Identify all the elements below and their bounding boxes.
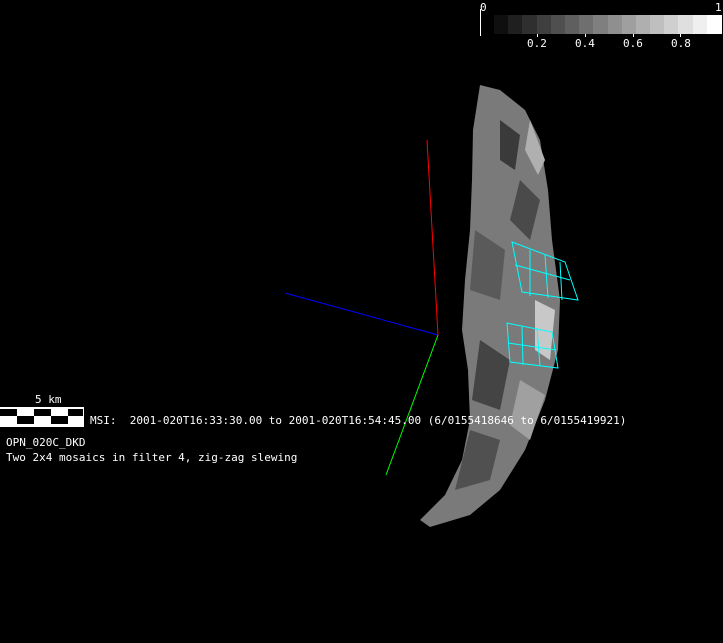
colorbar-step <box>706 15 722 34</box>
colorbar-tick-label: 0.2 <box>527 37 547 50</box>
colorbar-max-label: 1 <box>715 1 722 14</box>
scale-bar-label: 5 km <box>35 393 62 406</box>
y-axis-line <box>385 334 439 476</box>
x-axis-line <box>426 139 439 336</box>
colorbar-step <box>494 15 509 34</box>
colorbar-step <box>522 15 538 34</box>
colorbar-step <box>508 15 524 34</box>
colorbar-step <box>635 15 651 34</box>
colorbar-step <box>678 15 694 34</box>
instrument-time-range: MSI: 2001-020T16:33:30.00 to 2001-020T16… <box>90 414 627 427</box>
z-axis-line <box>284 292 439 336</box>
colorbar-zero-tick <box>480 9 481 36</box>
colorbar-tick-label: 0.8 <box>671 37 691 50</box>
colorbar-step <box>564 15 580 34</box>
scale-bar-checker <box>0 407 84 427</box>
colorbar-tick-label: 0.4 <box>575 37 595 50</box>
colorbar-step <box>650 15 666 34</box>
colorbar-step <box>607 15 623 34</box>
asteroid-shape-model <box>420 85 560 527</box>
colorbar-step <box>579 15 595 34</box>
colorbar-step <box>664 15 680 34</box>
3d-scene-view[interactable] <box>0 0 723 643</box>
colorbar-step <box>536 15 552 34</box>
colorbar-step <box>550 15 566 34</box>
colorbar-step <box>621 15 637 34</box>
colorbar-tick-label: 0.6 <box>623 37 643 50</box>
colorbar-step <box>593 15 609 34</box>
colorbar-step <box>692 15 708 34</box>
observation-id: OPN_020C_DKD <box>6 436 86 449</box>
observation-description: Two 2x4 mosaics in filter 4, zig-zag sle… <box>6 451 298 464</box>
